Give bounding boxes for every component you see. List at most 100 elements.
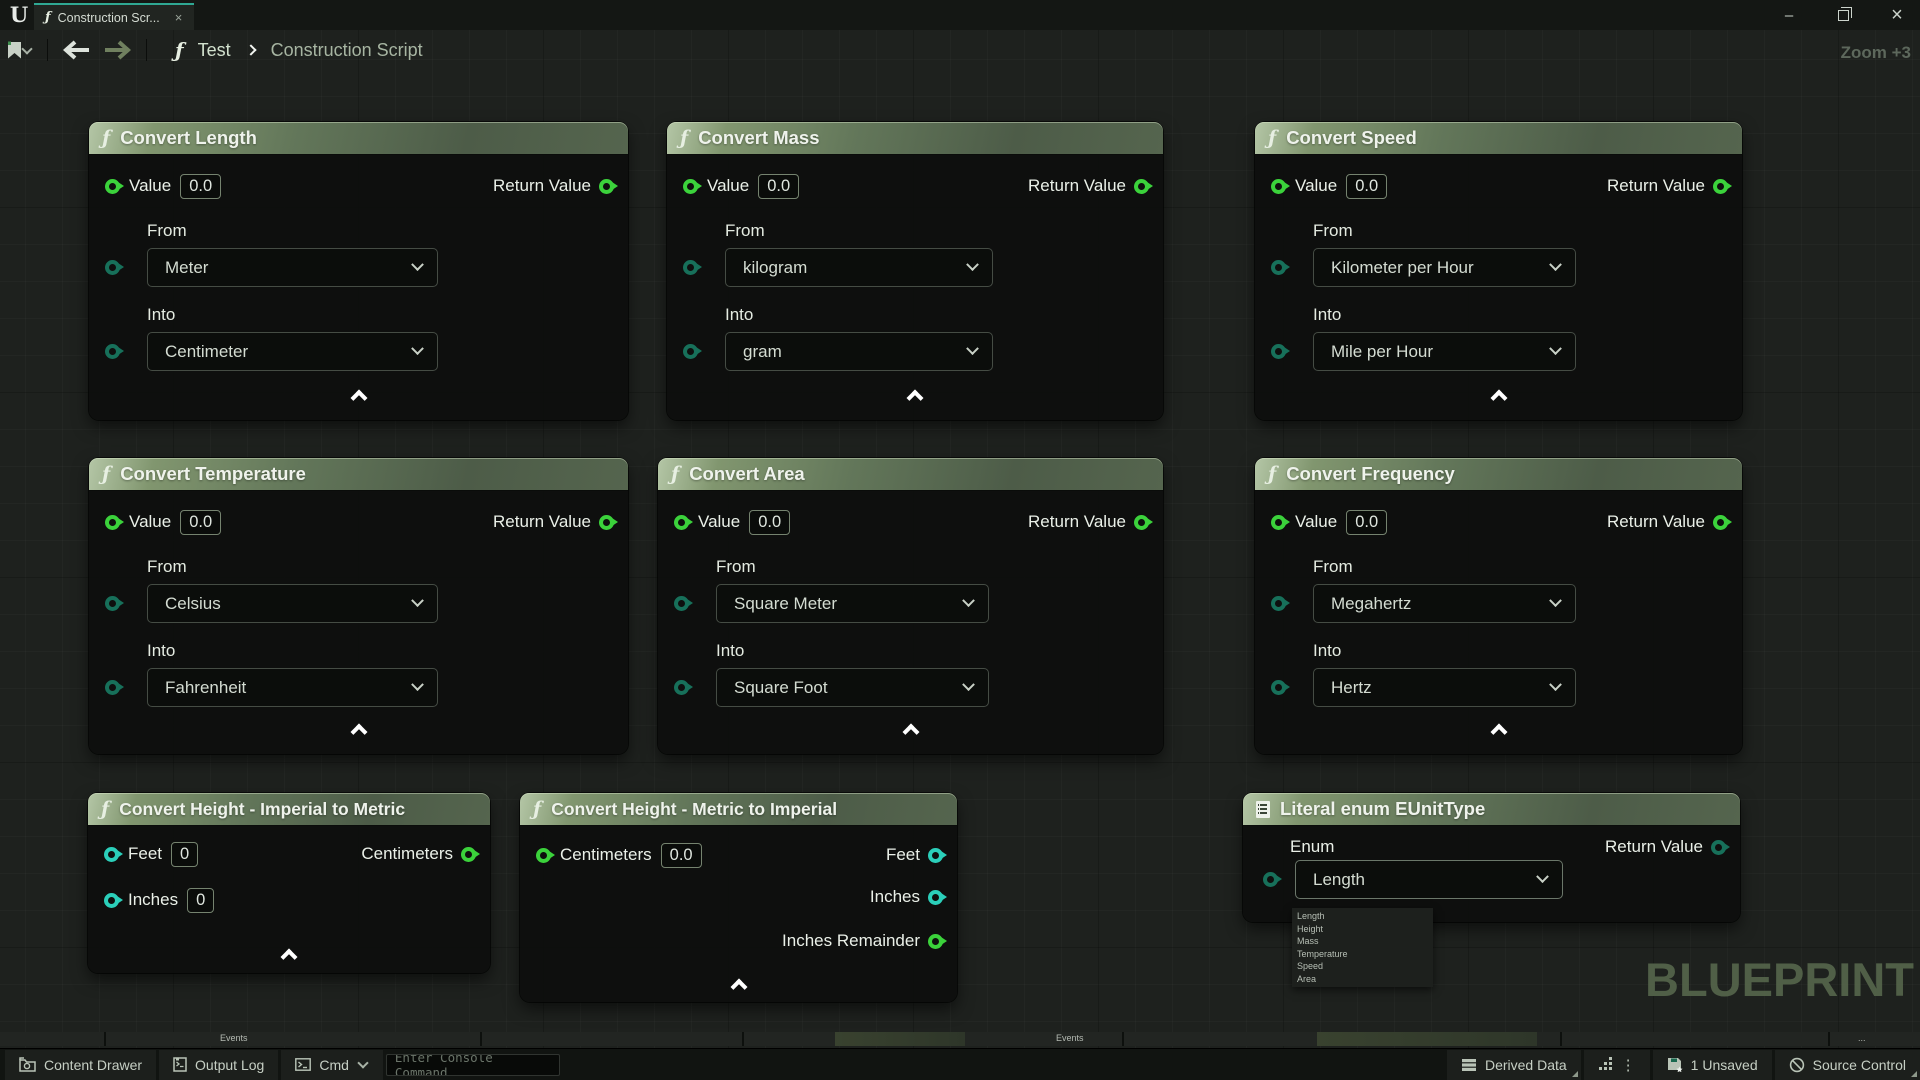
into-dropdown[interactable]: Hertz — [1313, 668, 1576, 707]
console-command-input[interactable]: Enter Console Command — [386, 1054, 560, 1076]
unsaved-button[interactable]: 1 Unsaved — [1653, 1050, 1772, 1080]
from-dropdown[interactable]: kilogram — [725, 248, 993, 287]
node-convert-height-metric-to-imperial[interactable]: ƒ Convert Height - Metric to Imperial Ce… — [520, 793, 957, 1002]
output-pin-return-value[interactable] — [599, 179, 614, 194]
tab-construction-script[interactable]: ƒ Construction Scr... × — [34, 3, 194, 30]
from-dropdown[interactable]: Kilometer per Hour — [1313, 248, 1576, 287]
into-dropdown[interactable]: Fahrenheit — [147, 668, 438, 707]
input-pin-from[interactable] — [674, 596, 689, 611]
enum-option-area[interactable]: Area — [1292, 973, 1433, 986]
value-input[interactable]: 0.0 — [180, 510, 221, 535]
collapse-node-button[interactable] — [520, 976, 957, 993]
enum-option-length[interactable]: Length — [1292, 910, 1433, 923]
input-pin-inches[interactable] — [104, 893, 119, 908]
value-input[interactable]: 0.0 — [1346, 174, 1387, 199]
input-pin-into[interactable] — [105, 344, 120, 359]
enum-option-mass[interactable]: Mass — [1292, 935, 1433, 948]
input-pin-from[interactable] — [683, 260, 698, 275]
collapse-node-button[interactable] — [1255, 721, 1742, 738]
output-pin-inches[interactable] — [928, 890, 943, 905]
input-pin-from[interactable] — [105, 596, 120, 611]
node-header[interactable]: ƒ Convert Mass — [667, 122, 1163, 155]
node-convert-temperature[interactable]: ƒ Convert Temperature Value 0.0 Return V… — [89, 458, 628, 754]
node-convert-speed[interactable]: ƒ Convert Speed Value 0.0 Return Value F… — [1255, 122, 1742, 420]
enum-option-temperature[interactable]: Temperature — [1292, 948, 1433, 961]
input-pin-centimeters[interactable] — [536, 848, 551, 863]
bookmark-button[interactable] — [8, 42, 33, 59]
input-pin-value[interactable] — [674, 515, 689, 530]
input-pin-into[interactable] — [683, 344, 698, 359]
forward-arrow-button[interactable] — [102, 40, 132, 60]
output-pin-return-value[interactable] — [1134, 515, 1149, 530]
input-pin-from[interactable] — [1271, 260, 1286, 275]
node-convert-height-imperial-to-metric[interactable]: ƒ Convert Height - Imperial to Metric Fe… — [88, 793, 490, 973]
output-pin-inches-remainder[interactable] — [928, 934, 943, 949]
output-pin-return-value[interactable] — [1713, 515, 1728, 530]
input-pin-value[interactable] — [1271, 515, 1286, 530]
content-drawer-button[interactable]: Content Drawer — [5, 1050, 156, 1080]
output-pin-centimeters[interactable] — [461, 847, 476, 862]
node-convert-frequency[interactable]: ƒ Convert Frequency Value 0.0 Return Val… — [1255, 458, 1742, 754]
trace-grid-icon[interactable] — [1598, 1057, 1613, 1072]
enum-dropdown[interactable]: Length — [1295, 860, 1563, 899]
breadcrumb-root[interactable]: Test — [198, 40, 231, 61]
collapse-node-button[interactable] — [88, 946, 490, 963]
into-dropdown[interactable]: Square Foot — [716, 668, 989, 707]
node-convert-length[interactable]: ƒ Convert Length Value 0.0 Return Value … — [89, 122, 628, 420]
node-header[interactable]: ƒ Convert Height - Metric to Imperial — [520, 793, 957, 826]
input-pin-value[interactable] — [683, 179, 698, 194]
minimize-button[interactable]: – — [1776, 2, 1802, 28]
value-input[interactable]: 0.0 — [749, 510, 790, 535]
inches-input[interactable]: 0 — [187, 888, 214, 913]
collapse-node-button[interactable] — [1255, 387, 1742, 404]
maximize-button[interactable] — [1830, 2, 1856, 28]
centimeters-input[interactable]: 0.0 — [661, 843, 702, 868]
feet-input[interactable]: 0 — [171, 842, 198, 867]
node-convert-area[interactable]: ƒ Convert Area Value 0.0 Return Value Fr… — [658, 458, 1163, 754]
output-log-button[interactable]: Output Log — [159, 1050, 278, 1080]
value-input[interactable]: 0.0 — [1346, 510, 1387, 535]
into-dropdown[interactable]: Centimeter — [147, 332, 438, 371]
source-control-button[interactable]: Source Control — [1775, 1050, 1920, 1080]
output-pin-return-value[interactable] — [1134, 179, 1149, 194]
input-pin-value[interactable] — [1271, 179, 1286, 194]
node-header[interactable]: ƒ Convert Temperature — [89, 458, 628, 491]
input-pin-into[interactable] — [674, 680, 689, 695]
input-pin-value[interactable] — [105, 515, 120, 530]
from-dropdown[interactable]: Square Meter — [716, 584, 989, 623]
collapse-node-button[interactable] — [89, 387, 628, 404]
output-pin-return-value[interactable] — [599, 515, 614, 530]
node-header[interactable]: ƒ Convert Length — [89, 122, 628, 155]
output-pin-return-value[interactable] — [1711, 840, 1726, 855]
tab-close-icon[interactable]: × — [175, 10, 183, 25]
into-dropdown[interactable]: Mile per Hour — [1313, 332, 1576, 371]
input-pin-from[interactable] — [1271, 596, 1286, 611]
back-arrow-button[interactable] — [62, 40, 92, 60]
collapse-node-button[interactable] — [89, 721, 628, 738]
input-pin-value[interactable] — [105, 179, 120, 194]
input-pin-into[interactable] — [105, 680, 120, 695]
close-button[interactable]: × — [1884, 2, 1910, 28]
node-convert-mass[interactable]: ƒ Convert Mass Value 0.0 Return Value Fr… — [667, 122, 1163, 420]
collapse-node-button[interactable] — [667, 387, 1163, 404]
from-dropdown[interactable]: Celsius — [147, 584, 438, 623]
collapse-node-button[interactable] — [658, 721, 1163, 738]
enum-option-height[interactable]: Height — [1292, 923, 1433, 936]
blueprint-graph-canvas[interactable]: ƒ Convert Length Value 0.0 Return Value … — [0, 30, 1920, 1048]
value-input[interactable]: 0.0 — [758, 174, 799, 199]
output-pin-feet[interactable] — [928, 848, 943, 863]
into-dropdown[interactable]: gram — [725, 332, 993, 371]
cmd-selector[interactable]: Cmd — [281, 1050, 383, 1080]
node-literal-enum-eunittype[interactable]: Literal enum EUnitType Enum Return Value… — [1243, 793, 1740, 922]
from-dropdown[interactable]: Megahertz — [1313, 584, 1576, 623]
more-options-icon[interactable]: ⋮ — [1621, 1056, 1636, 1074]
output-pin-return-value[interactable] — [1713, 179, 1728, 194]
input-pin-feet[interactable] — [104, 847, 119, 862]
node-header[interactable]: ƒ Convert Frequency — [1255, 458, 1742, 491]
node-header[interactable]: ƒ Convert Height - Imperial to Metric — [88, 793, 490, 826]
derived-data-button[interactable]: Derived Data — [1447, 1050, 1581, 1080]
enum-option-speed[interactable]: Speed — [1292, 960, 1433, 973]
from-dropdown[interactable]: Meter — [147, 248, 438, 287]
node-header[interactable]: ƒ Convert Area — [658, 458, 1163, 491]
node-header[interactable]: ƒ Convert Speed — [1255, 122, 1742, 155]
